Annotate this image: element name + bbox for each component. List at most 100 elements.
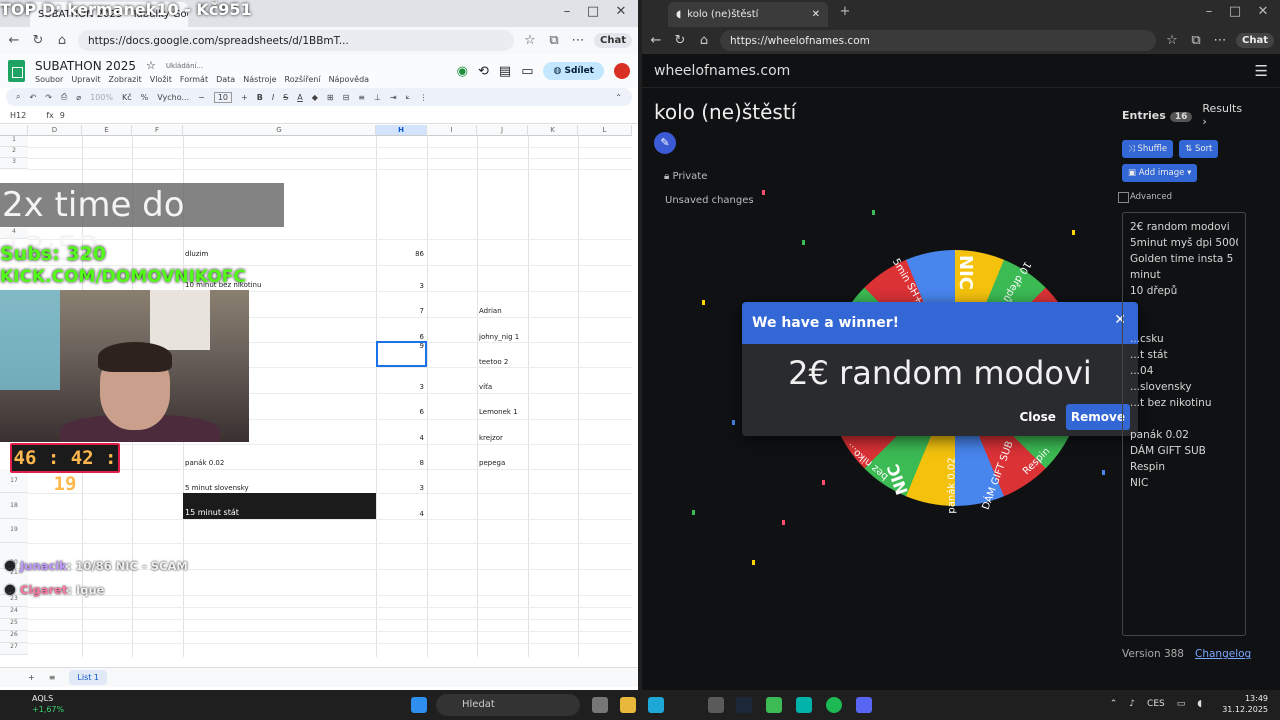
- column-header[interactable]: D: [28, 125, 82, 136]
- home-icon[interactable]: ⌂: [54, 33, 70, 48]
- edit-title-button[interactable]: ✎: [654, 132, 676, 154]
- minimize-icon[interactable]: –: [1198, 4, 1220, 19]
- chevron-up-icon[interactable]: ⌃: [1110, 699, 1118, 709]
- column-header[interactable]: G: [183, 125, 376, 136]
- volume-icon[interactable]: ◖: [1197, 699, 1202, 709]
- cell-h[interactable]: 6: [378, 333, 424, 341]
- more-tools-icon[interactable]: ⋮: [419, 93, 427, 102]
- cell-h[interactable]: 3: [378, 484, 424, 492]
- cell-j[interactable]: teetoo 2: [479, 358, 508, 366]
- column-header[interactable]: F: [132, 125, 183, 136]
- wheel-tab[interactable]: ◖ kolo (ne)štěstí ✕: [668, 2, 828, 27]
- site-brand[interactable]: wheelofnames.com: [654, 63, 790, 79]
- share-button[interactable]: ◍ Sdílet: [543, 62, 604, 80]
- paint-format-icon[interactable]: ⌀: [76, 93, 81, 102]
- menu-data[interactable]: Data: [216, 75, 235, 84]
- spotify-icon[interactable]: [826, 697, 842, 713]
- cell-j[interactable]: Lemonek 1: [479, 408, 518, 416]
- corner-header[interactable]: [0, 125, 28, 136]
- currency-format[interactable]: Kč: [122, 93, 132, 102]
- maximize-icon[interactable]: □: [1224, 4, 1246, 19]
- url-field[interactable]: https://docs.google.com/spreadsheets/d/1…: [78, 30, 514, 51]
- app-icon[interactable]: [766, 697, 782, 713]
- collapse-toolbar-icon[interactable]: ⌃: [615, 93, 622, 102]
- zoom-select[interactable]: 100%: [90, 93, 113, 102]
- borders-icon[interactable]: ⊞: [327, 93, 334, 102]
- menu-format[interactable]: Formát: [180, 75, 208, 84]
- cell-h[interactable]: 3: [378, 383, 424, 391]
- reload-icon[interactable]: ↻: [672, 33, 688, 48]
- entries-textarea[interactable]: 2€ random modovi 5minut myš dpi 5000 Gol…: [1122, 212, 1246, 636]
- valign-icon[interactable]: ⊥: [374, 93, 381, 102]
- italic-icon[interactable]: I: [272, 93, 274, 102]
- font-size-field[interactable]: 10: [213, 91, 232, 103]
- text-color-icon[interactable]: A: [297, 93, 302, 102]
- comment-icon[interactable]: ▤: [499, 64, 511, 79]
- clock[interactable]: 13:49 31.12.2025: [1222, 693, 1268, 715]
- stock-widget[interactable]: AQLS +1,67%: [20, 693, 64, 715]
- account-avatar[interactable]: [614, 63, 630, 79]
- row-header[interactable]: 26: [0, 631, 28, 643]
- column-header[interactable]: E: [82, 125, 132, 136]
- name-box[interactable]: H12: [10, 111, 26, 120]
- rotate-icon[interactable]: ⟀: [406, 92, 411, 102]
- add-image-button[interactable]: ▣ Add image ▾: [1122, 164, 1198, 182]
- redo-icon[interactable]: ↷: [45, 93, 52, 102]
- cell-g[interactable]: dluzim: [185, 250, 208, 258]
- close-window-icon[interactable]: ✕: [610, 4, 632, 19]
- row-header[interactable]: 2: [0, 147, 28, 158]
- cell-g[interactable]: panák 0.02: [185, 459, 224, 467]
- extensions-icon[interactable]: ⧉: [546, 33, 562, 48]
- font-size-plus[interactable]: +: [241, 93, 248, 102]
- task-view-icon[interactable]: [592, 697, 608, 713]
- fill-color-icon[interactable]: ◆: [312, 93, 318, 102]
- cell-h[interactable]: 86: [378, 250, 424, 258]
- merge-icon[interactable]: ⊟: [343, 93, 350, 102]
- menu-view[interactable]: Zobrazit: [109, 75, 142, 84]
- bold-icon[interactable]: B: [257, 93, 263, 102]
- row-header[interactable]: 25: [0, 619, 28, 631]
- add-sheet-icon[interactable]: +: [28, 673, 35, 682]
- cell-h[interactable]: 6: [378, 408, 424, 416]
- cell-g[interactable]: 5 minut slovensky: [185, 484, 249, 492]
- cell-j[interactable]: pepega: [479, 459, 505, 467]
- column-header[interactable]: J: [477, 125, 528, 136]
- chevron-right-icon[interactable]: ›: [1202, 115, 1206, 128]
- wrap-icon[interactable]: ⇥: [390, 93, 397, 102]
- close-button[interactable]: Close: [1019, 410, 1055, 424]
- star-doc-icon[interactable]: ☆: [146, 59, 156, 72]
- maximize-icon[interactable]: □: [582, 4, 604, 19]
- copilot-chat-button[interactable]: Chat: [1236, 33, 1274, 48]
- document-title[interactable]: SUBATHON 2025: [35, 59, 136, 73]
- percent-format[interactable]: %: [141, 93, 149, 102]
- discord-icon[interactable]: [856, 697, 872, 713]
- taskbar-search[interactable]: Hledat: [436, 694, 580, 716]
- print-icon[interactable]: ⎙: [61, 92, 67, 102]
- row-header[interactable]: 1: [0, 136, 28, 147]
- advanced-checkbox[interactable]: Advanced: [1110, 182, 1255, 212]
- cell-j[interactable]: Adrian: [479, 307, 502, 315]
- cell-j[interactable]: víťa: [479, 383, 492, 391]
- row-header[interactable]: 24: [0, 607, 28, 619]
- close-window-icon[interactable]: ✕: [1252, 4, 1274, 19]
- align-icon[interactable]: ≡: [358, 93, 365, 102]
- video-icon[interactable]: ▭: [521, 64, 533, 79]
- menu-file[interactable]: Soubor: [35, 75, 63, 84]
- language-indicator[interactable]: CES: [1147, 699, 1165, 709]
- shuffle-button[interactable]: ⤨ Shuffle: [1122, 140, 1174, 158]
- cell-j[interactable]: krejzor: [479, 434, 503, 442]
- row-header[interactable]: 27: [0, 643, 28, 655]
- home-icon[interactable]: ⌂: [696, 33, 712, 48]
- cell-h[interactable]: 3: [378, 282, 424, 290]
- microphone-icon[interactable]: ♪: [1129, 699, 1135, 709]
- column-header[interactable]: I: [427, 125, 477, 136]
- font-size-minus[interactable]: −: [198, 93, 205, 102]
- menu-insert[interactable]: Vložit: [150, 75, 172, 84]
- reload-icon[interactable]: ↻: [30, 33, 46, 48]
- hamburger-menu-icon[interactable]: ☰: [1255, 62, 1268, 80]
- column-header[interactable]: H: [376, 125, 427, 136]
- tab-results[interactable]: Results ›: [1202, 102, 1243, 128]
- undo-icon[interactable]: ↶: [29, 93, 36, 102]
- app-icon[interactable]: [796, 697, 812, 713]
- row-header[interactable]: 3: [0, 158, 28, 169]
